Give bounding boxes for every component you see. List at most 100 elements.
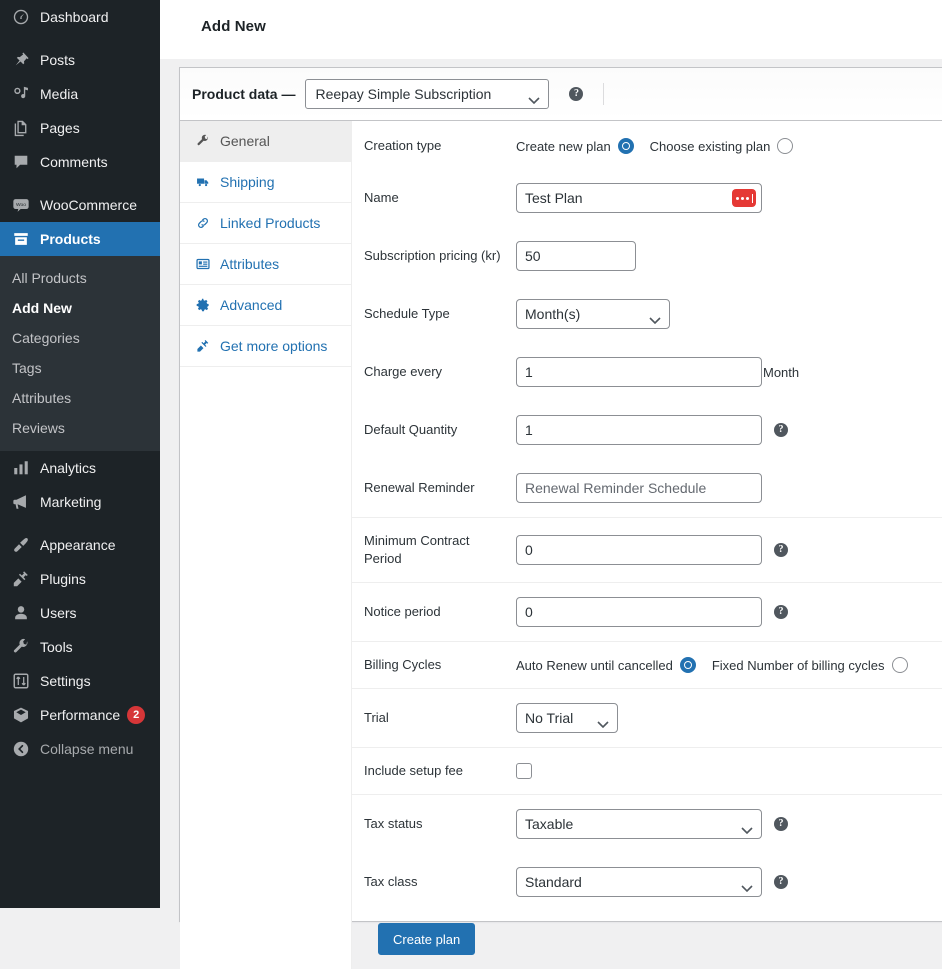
settings-sliders-icon bbox=[11, 671, 31, 691]
tab-attributes[interactable]: Attributes bbox=[180, 244, 351, 285]
paintbrush-icon bbox=[11, 535, 31, 555]
tab-linked-products[interactable]: Linked Products bbox=[180, 203, 351, 244]
create-plan-button[interactable]: Create plan bbox=[378, 923, 475, 955]
plug-icon bbox=[194, 339, 212, 353]
sidebar-item-label: Posts bbox=[40, 51, 75, 69]
field-tax-status: Tax status Taxable ? bbox=[364, 795, 942, 853]
notice-period-input[interactable] bbox=[516, 597, 762, 627]
megaphone-icon bbox=[11, 492, 31, 512]
tax-class-select-wrap: Standard bbox=[516, 867, 762, 897]
sidebar-item-woocommerce[interactable]: Woo WooCommerce bbox=[0, 188, 160, 222]
product-data-header: Product data — Reepay Simple Subscriptio… bbox=[180, 68, 942, 121]
billing-cycles-option-a-label: Auto Renew until cancelled bbox=[516, 658, 673, 673]
tab-label: Shipping bbox=[220, 174, 275, 190]
default-quantity-help-icon[interactable]: ? bbox=[774, 423, 788, 437]
sidebar-item-media[interactable]: Media bbox=[0, 77, 160, 111]
field-label: Tax status bbox=[364, 815, 516, 833]
submit-row: Create plan bbox=[352, 911, 942, 969]
users-icon bbox=[11, 603, 31, 623]
sidebar-item-users[interactable]: Users bbox=[0, 596, 160, 630]
field-name: Name bbox=[364, 169, 942, 227]
field-label: Schedule Type bbox=[364, 305, 516, 323]
sidebar-separator bbox=[0, 179, 160, 188]
sidebar-item-plugins[interactable]: Plugins bbox=[0, 562, 160, 596]
field-tax-class: Tax class Standard ? bbox=[364, 853, 942, 911]
radio-create-new-plan[interactable] bbox=[618, 138, 634, 154]
minimum-contract-period-input[interactable] bbox=[516, 535, 762, 565]
submenu-item-categories[interactable]: Categories bbox=[0, 323, 160, 353]
billing-cycles-option-b-label: Fixed Number of billing cycles bbox=[712, 658, 885, 673]
page-title: Add New bbox=[201, 18, 266, 35]
field-label: Minimum Contract Period bbox=[364, 532, 516, 568]
field-creation-type: Creation type Create new plan Choose exi… bbox=[364, 121, 942, 169]
tab-general[interactable]: General bbox=[180, 121, 351, 162]
tax-class-help-icon[interactable]: ? bbox=[774, 875, 788, 889]
radio-auto-renew[interactable] bbox=[680, 657, 696, 673]
sidebar-separator bbox=[0, 519, 160, 528]
sidebar-item-label: Tools bbox=[40, 638, 73, 656]
performance-cube-icon bbox=[11, 705, 31, 725]
submenu-item-tags[interactable]: Tags bbox=[0, 353, 160, 383]
radio-choose-existing-plan[interactable] bbox=[777, 138, 793, 154]
product-type-help-icon[interactable]: ? bbox=[569, 87, 583, 101]
field-trial: Trial No Trial bbox=[364, 689, 942, 747]
sidebar-item-collapse-menu[interactable]: Collapse menu bbox=[0, 732, 160, 766]
submenu-item-attributes[interactable]: Attributes bbox=[0, 383, 160, 413]
sidebar-item-dashboard[interactable]: Dashboard bbox=[0, 0, 160, 34]
sidebar-item-performance[interactable]: Performance 2 bbox=[0, 698, 160, 732]
tax-status-select[interactable]: Taxable bbox=[516, 809, 762, 839]
sidebar-item-comments[interactable]: Comments bbox=[0, 145, 160, 179]
default-quantity-input[interactable] bbox=[516, 415, 762, 445]
sidebar-item-marketing[interactable]: Marketing bbox=[0, 485, 160, 519]
field-label: Include setup fee bbox=[364, 762, 516, 780]
tax-class-select[interactable]: Standard bbox=[516, 867, 762, 897]
submenu-item-add-new[interactable]: Add New bbox=[0, 293, 160, 323]
field-renewal-reminder: Renewal Reminder bbox=[364, 459, 942, 517]
tab-label: Get more options bbox=[220, 338, 327, 354]
submenu-item-all-products[interactable]: All Products bbox=[0, 263, 160, 293]
field-subscription-pricing: Subscription pricing (kr) bbox=[364, 227, 942, 285]
tax-status-help-icon[interactable]: ? bbox=[774, 817, 788, 831]
sidebar-item-analytics[interactable]: Analytics bbox=[0, 451, 160, 485]
top-header-bar: Add New bbox=[160, 0, 942, 59]
sidebar-item-label: Pages bbox=[40, 119, 80, 137]
svg-text:Woo: Woo bbox=[16, 202, 26, 208]
sidebar-item-label: Products bbox=[40, 230, 101, 248]
password-manager-icon[interactable] bbox=[732, 189, 756, 207]
include-setup-fee-checkbox[interactable] bbox=[516, 763, 532, 779]
field-label: Name bbox=[364, 189, 516, 207]
plan-name-input[interactable] bbox=[516, 183, 762, 213]
submenu-item-reviews[interactable]: Reviews bbox=[0, 413, 160, 443]
minimum-contract-period-help-icon[interactable]: ? bbox=[774, 543, 788, 557]
sidebar-item-settings[interactable]: Settings bbox=[0, 664, 160, 698]
wrench-icon bbox=[11, 637, 31, 657]
woocommerce-icon: Woo bbox=[11, 195, 31, 215]
product-type-select[interactable]: Reepay Simple Subscription bbox=[305, 79, 549, 109]
field-label: Tax class bbox=[364, 873, 516, 891]
tab-advanced[interactable]: Advanced bbox=[180, 285, 351, 326]
general-panel: Creation type Create new plan Choose exi… bbox=[352, 121, 942, 969]
sidebar-item-label: Performance bbox=[40, 706, 120, 724]
subscription-pricing-input[interactable] bbox=[516, 241, 636, 271]
tab-shipping[interactable]: Shipping bbox=[180, 162, 351, 203]
product-type-select-wrap: Reepay Simple Subscription bbox=[305, 79, 549, 109]
sidebar-item-tools[interactable]: Tools bbox=[0, 630, 160, 664]
tab-get-more-options[interactable]: Get more options bbox=[180, 326, 351, 367]
trial-select[interactable]: No Trial bbox=[516, 703, 618, 733]
notice-period-help-icon[interactable]: ? bbox=[774, 605, 788, 619]
field-charge-every: Charge every Month bbox=[364, 343, 942, 401]
header-divider bbox=[603, 83, 604, 105]
comments-icon bbox=[11, 152, 31, 172]
tab-label: Attributes bbox=[220, 256, 279, 272]
field-label: Billing Cycles bbox=[364, 656, 516, 674]
radio-fixed-number-of-billing-cycles[interactable] bbox=[892, 657, 908, 673]
sidebar-item-label: Plugins bbox=[40, 570, 86, 588]
charge-every-input[interactable] bbox=[516, 357, 762, 387]
schedule-type-select[interactable]: Month(s) bbox=[516, 299, 670, 329]
sidebar-item-appearance[interactable]: Appearance bbox=[0, 528, 160, 562]
sidebar-item-posts[interactable]: Posts bbox=[0, 43, 160, 77]
sidebar-item-products[interactable]: Products bbox=[0, 222, 160, 256]
renewal-reminder-input[interactable] bbox=[516, 473, 762, 503]
link-icon bbox=[194, 216, 212, 230]
sidebar-item-pages[interactable]: Pages bbox=[0, 111, 160, 145]
